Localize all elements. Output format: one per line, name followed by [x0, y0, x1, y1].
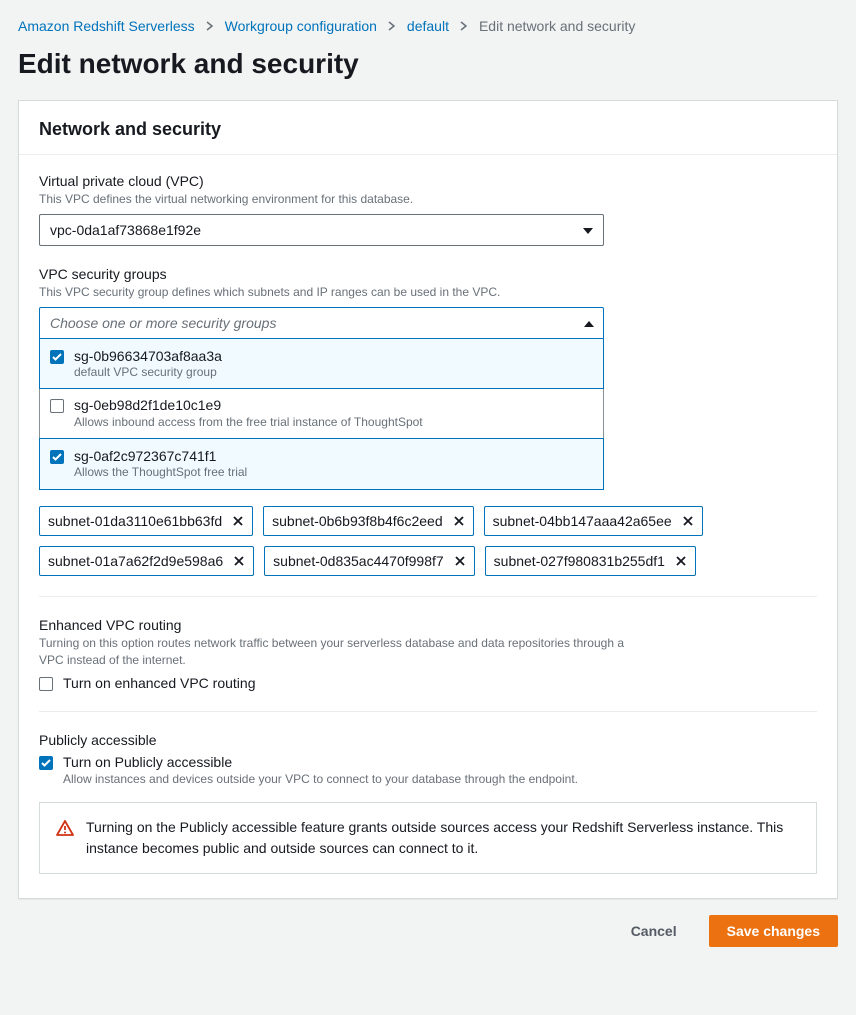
enhanced-label: Enhanced VPC routing [39, 617, 817, 633]
warning-icon [56, 819, 74, 859]
subnet-chip: subnet-027f980831b255df1 [485, 546, 696, 576]
alert-message: Turning on the Publicly accessible featu… [86, 817, 800, 859]
subnet-chip: subnet-01a7a62f2d9e598a6 [39, 546, 254, 576]
public-checkbox-label: Turn on Publicly accessible [63, 754, 578, 770]
subnet-id: subnet-0d835ac4470f998f7 [273, 553, 443, 569]
sg-desc: This VPC security group defines which su… [39, 284, 817, 301]
vpc-value: vpc-0da1af73868e1f92e [50, 222, 201, 238]
sg-option-desc: Allows inbound access from the free tria… [74, 415, 423, 431]
subnet-id: subnet-0b6b93f8b4f6c2eed [272, 513, 442, 529]
public-label: Publicly accessible [39, 732, 817, 748]
divider [39, 596, 817, 597]
remove-icon[interactable] [454, 555, 466, 567]
breadcrumb: Amazon Redshift Serverless Workgroup con… [18, 18, 838, 34]
subnet-id: subnet-04bb147aaa42a65ee [493, 513, 672, 529]
checkbox-icon [50, 350, 64, 364]
remove-icon[interactable] [675, 555, 687, 567]
remove-icon[interactable] [682, 515, 694, 527]
sg-option-1[interactable]: sg-0eb98d2f1de10c1e9 Allows inbound acce… [40, 388, 603, 439]
sg-select[interactable]: Choose one or more security groups [39, 307, 604, 339]
security-groups-field: VPC security groups This VPC security gr… [39, 266, 817, 576]
sg-option-id: sg-0eb98d2f1de10c1e9 [74, 396, 423, 414]
sg-option-desc: Allows the ThoughtSpot free trial [74, 465, 247, 481]
sg-dropdown: sg-0b96634703af8aa3a default VPC securit… [39, 338, 604, 490]
enhanced-checkbox-label: Turn on enhanced VPC routing [63, 675, 256, 691]
subnet-chip: subnet-01da3110e61bb63fd [39, 506, 253, 536]
public-checkbox[interactable] [39, 756, 53, 770]
subnet-chip: subnet-0b6b93f8b4f6c2eed [263, 506, 473, 536]
breadcrumb-item-current: Edit network and security [479, 18, 635, 34]
subnet-chip: subnet-04bb147aaa42a65ee [484, 506, 703, 536]
enhanced-routing-field: Enhanced VPC routing Turning on this opt… [39, 617, 817, 691]
page-title: Edit network and security [18, 48, 838, 80]
network-security-panel: Network and security Virtual private clo… [18, 100, 838, 899]
sg-label: VPC security groups [39, 266, 817, 282]
sg-option-id: sg-0b96634703af8aa3a [74, 347, 222, 365]
subnet-id: subnet-01da3110e61bb63fd [48, 513, 222, 529]
panel-title: Network and security [39, 119, 817, 140]
enhanced-desc: Turning on this option routes network tr… [39, 635, 649, 669]
caret-down-icon [583, 222, 593, 238]
chevron-right-icon [205, 18, 215, 34]
sg-placeholder: Choose one or more security groups [50, 315, 276, 331]
vpc-select[interactable]: vpc-0da1af73868e1f92e [39, 214, 604, 246]
chevron-right-icon [459, 18, 469, 34]
save-button[interactable]: Save changes [709, 915, 838, 947]
sg-option-desc: default VPC security group [74, 365, 222, 381]
chevron-right-icon [387, 18, 397, 34]
divider [39, 711, 817, 712]
breadcrumb-item-2[interactable]: default [407, 18, 449, 34]
subnet-id: subnet-01a7a62f2d9e598a6 [48, 553, 223, 569]
sg-option-0[interactable]: sg-0b96634703af8aa3a default VPC securit… [39, 338, 604, 390]
form-actions: Cancel Save changes [18, 899, 838, 949]
cancel-button[interactable]: Cancel [613, 915, 695, 947]
sg-option-2[interactable]: sg-0af2c972367c741f1 Allows the ThoughtS… [39, 438, 604, 490]
enhanced-checkbox[interactable] [39, 677, 53, 691]
breadcrumb-item-0[interactable]: Amazon Redshift Serverless [18, 18, 195, 34]
remove-icon[interactable] [232, 515, 244, 527]
checkbox-icon [50, 450, 64, 464]
public-warning-alert: Turning on the Publicly accessible featu… [39, 802, 817, 874]
checkbox-icon [50, 399, 64, 413]
breadcrumb-item-1[interactable]: Workgroup configuration [225, 18, 377, 34]
remove-icon[interactable] [233, 555, 245, 567]
subnet-chips: subnet-01da3110e61bb63fd subnet-0b6b93f8… [39, 506, 817, 576]
subnet-chip: subnet-0d835ac4470f998f7 [264, 546, 474, 576]
vpc-label: Virtual private cloud (VPC) [39, 173, 817, 189]
subnet-id: subnet-027f980831b255df1 [494, 553, 665, 569]
public-checkbox-sub: Allow instances and devices outside your… [63, 772, 578, 786]
vpc-desc: This VPC defines the virtual networking … [39, 191, 817, 208]
remove-icon[interactable] [453, 515, 465, 527]
public-field: Publicly accessible Turn on Publicly acc… [39, 732, 817, 874]
vpc-field: Virtual private cloud (VPC) This VPC def… [39, 173, 817, 246]
sg-option-id: sg-0af2c972367c741f1 [74, 447, 247, 465]
caret-up-icon [584, 315, 594, 331]
